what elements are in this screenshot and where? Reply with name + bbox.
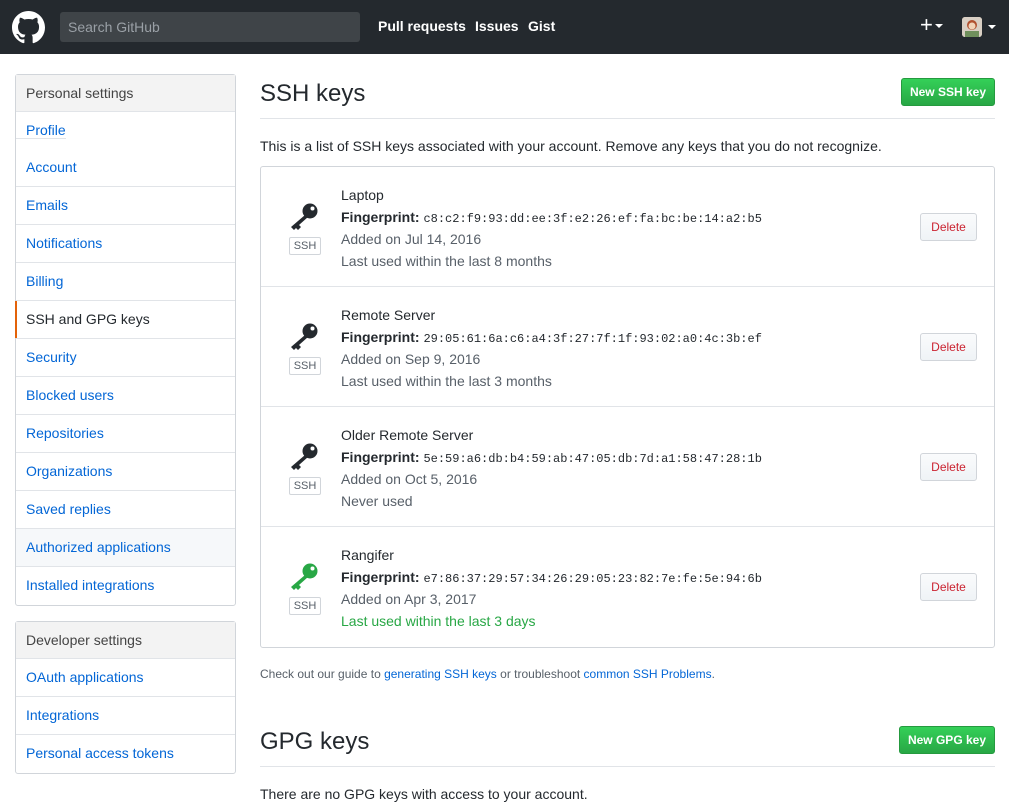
ssh-badge: SSH [289,237,321,255]
key-fingerprint: Fingerprint: c8:c2:f9:93:dd:ee:3f:e2:26:… [341,209,762,226]
key-icon [291,203,318,230]
divider [260,766,995,767]
key-title: Older Remote Server [341,427,474,443]
ssh-help-text: Check out our guide to generating SSH ke… [260,667,715,681]
ssh-badge: SSH [289,477,321,495]
generating-ssh-keys-link[interactable]: generating SSH keys [384,667,497,681]
key-title: Laptop [341,187,384,203]
nav-pull-requests[interactable]: Pull requests [378,18,466,34]
ssh-badge: SSH [289,357,321,375]
github-logo-icon[interactable] [12,11,45,44]
new-gpg-key-button[interactable]: New GPG key [899,726,995,754]
avatar[interactable] [962,17,982,37]
delete-key-button[interactable]: Delete [920,573,977,601]
sidebar-item-blocked-users[interactable]: Blocked users [16,377,235,415]
new-ssh-key-button[interactable]: New SSH key [901,78,995,106]
ssh-keys-title: SSH keys [260,80,366,107]
sidebar-item-notifications[interactable]: Notifications [16,225,235,263]
sidebar-item-ssh-gpg-keys[interactable]: SSH and GPG keys [15,301,235,339]
sidebar-item-account[interactable]: Account [16,149,235,187]
plus-icon: + [920,12,933,37]
sidebar-item-integrations[interactable]: Integrations [16,697,235,735]
gpg-keys-title: GPG keys [260,728,370,755]
ssh-key-row: SSH Older Remote Server Fingerprint: 5e:… [261,407,994,527]
search-input[interactable] [60,12,360,42]
ssh-keys-list: SSH Laptop Fingerprint: c8:c2:f9:93:dd:e… [260,166,995,648]
key-title: Remote Server [341,307,436,323]
key-last-used: Never used [341,493,413,509]
key-icon [291,443,318,470]
delete-key-button[interactable]: Delete [920,333,977,361]
ssh-keys-intro: This is a list of SSH keys associated wi… [260,138,882,154]
ssh-key-row: SSH Rangifer Fingerprint: e7:86:37:29:57… [261,527,994,647]
sidebar-item-saved-replies[interactable]: Saved replies [16,491,235,529]
create-new-button[interactable]: + [920,14,943,36]
sidebar-item-security[interactable]: Security [16,339,235,377]
chevron-down-icon [934,24,943,29]
key-icon [291,563,318,590]
key-title: Rangifer [341,547,394,563]
key-added-date: Added on Apr 3, 2017 [341,591,477,607]
key-icon [291,323,318,350]
key-added-date: Added on Sep 9, 2016 [341,351,481,367]
nav-gist[interactable]: Gist [528,18,555,34]
sidebar-item-oauth-applications[interactable]: OAuth applications [16,659,235,697]
ssh-badge: SSH [289,597,321,615]
sidebar-item-organizations[interactable]: Organizations [16,453,235,491]
personal-settings-menu: Personal settings Profile Account Emails… [15,74,236,606]
key-fingerprint: Fingerprint: 29:05:61:6a:c6:a4:3f:27:7f:… [341,329,762,346]
key-last-used: Last used within the last 8 months [341,253,552,269]
key-fingerprint: Fingerprint: 5e:59:a6:db:b4:59:ab:47:05:… [341,449,762,466]
developer-settings-menu: Developer settings OAuth applications In… [15,621,236,774]
common-ssh-problems-link[interactable]: common SSH Problems [584,667,712,681]
sidebar-item-emails[interactable]: Emails [16,187,235,225]
sidebar-item-personal-access-tokens[interactable]: Personal access tokens [16,735,235,773]
sidebar-item-profile[interactable]: Profile [16,122,66,139]
developer-settings-heading: Developer settings [16,622,235,659]
sidebar-item-billing[interactable]: Billing [16,263,235,301]
key-added-date: Added on Jul 14, 2016 [341,231,482,247]
nav-issues[interactable]: Issues [475,18,519,34]
sidebar-item-installed-integrations[interactable]: Installed integrations [16,567,235,605]
delete-key-button[interactable]: Delete [920,213,977,241]
key-last-used: Last used within the last 3 months [341,373,552,389]
key-fingerprint: Fingerprint: e7:86:37:29:57:34:26:29:05:… [341,569,762,586]
ssh-key-row: SSH Remote Server Fingerprint: 29:05:61:… [261,287,994,407]
gpg-empty-message: There are no GPG keys with access to you… [260,786,588,802]
ssh-key-row: SSH Laptop Fingerprint: c8:c2:f9:93:dd:e… [261,167,994,287]
key-added-date: Added on Oct 5, 2016 [341,471,478,487]
user-menu-chevron-icon[interactable] [988,25,996,29]
personal-settings-heading: Personal settings [16,75,235,112]
top-header: Pull requests Issues Gist + [0,0,1009,54]
sidebar-item-repositories[interactable]: Repositories [16,415,235,453]
key-last-used: Last used within the last 3 days [341,613,536,629]
divider [260,118,995,119]
avatar-image-icon [962,17,982,37]
delete-key-button[interactable]: Delete [920,453,977,481]
sidebar-item-authorized-applications[interactable]: Authorized applications [16,529,235,567]
